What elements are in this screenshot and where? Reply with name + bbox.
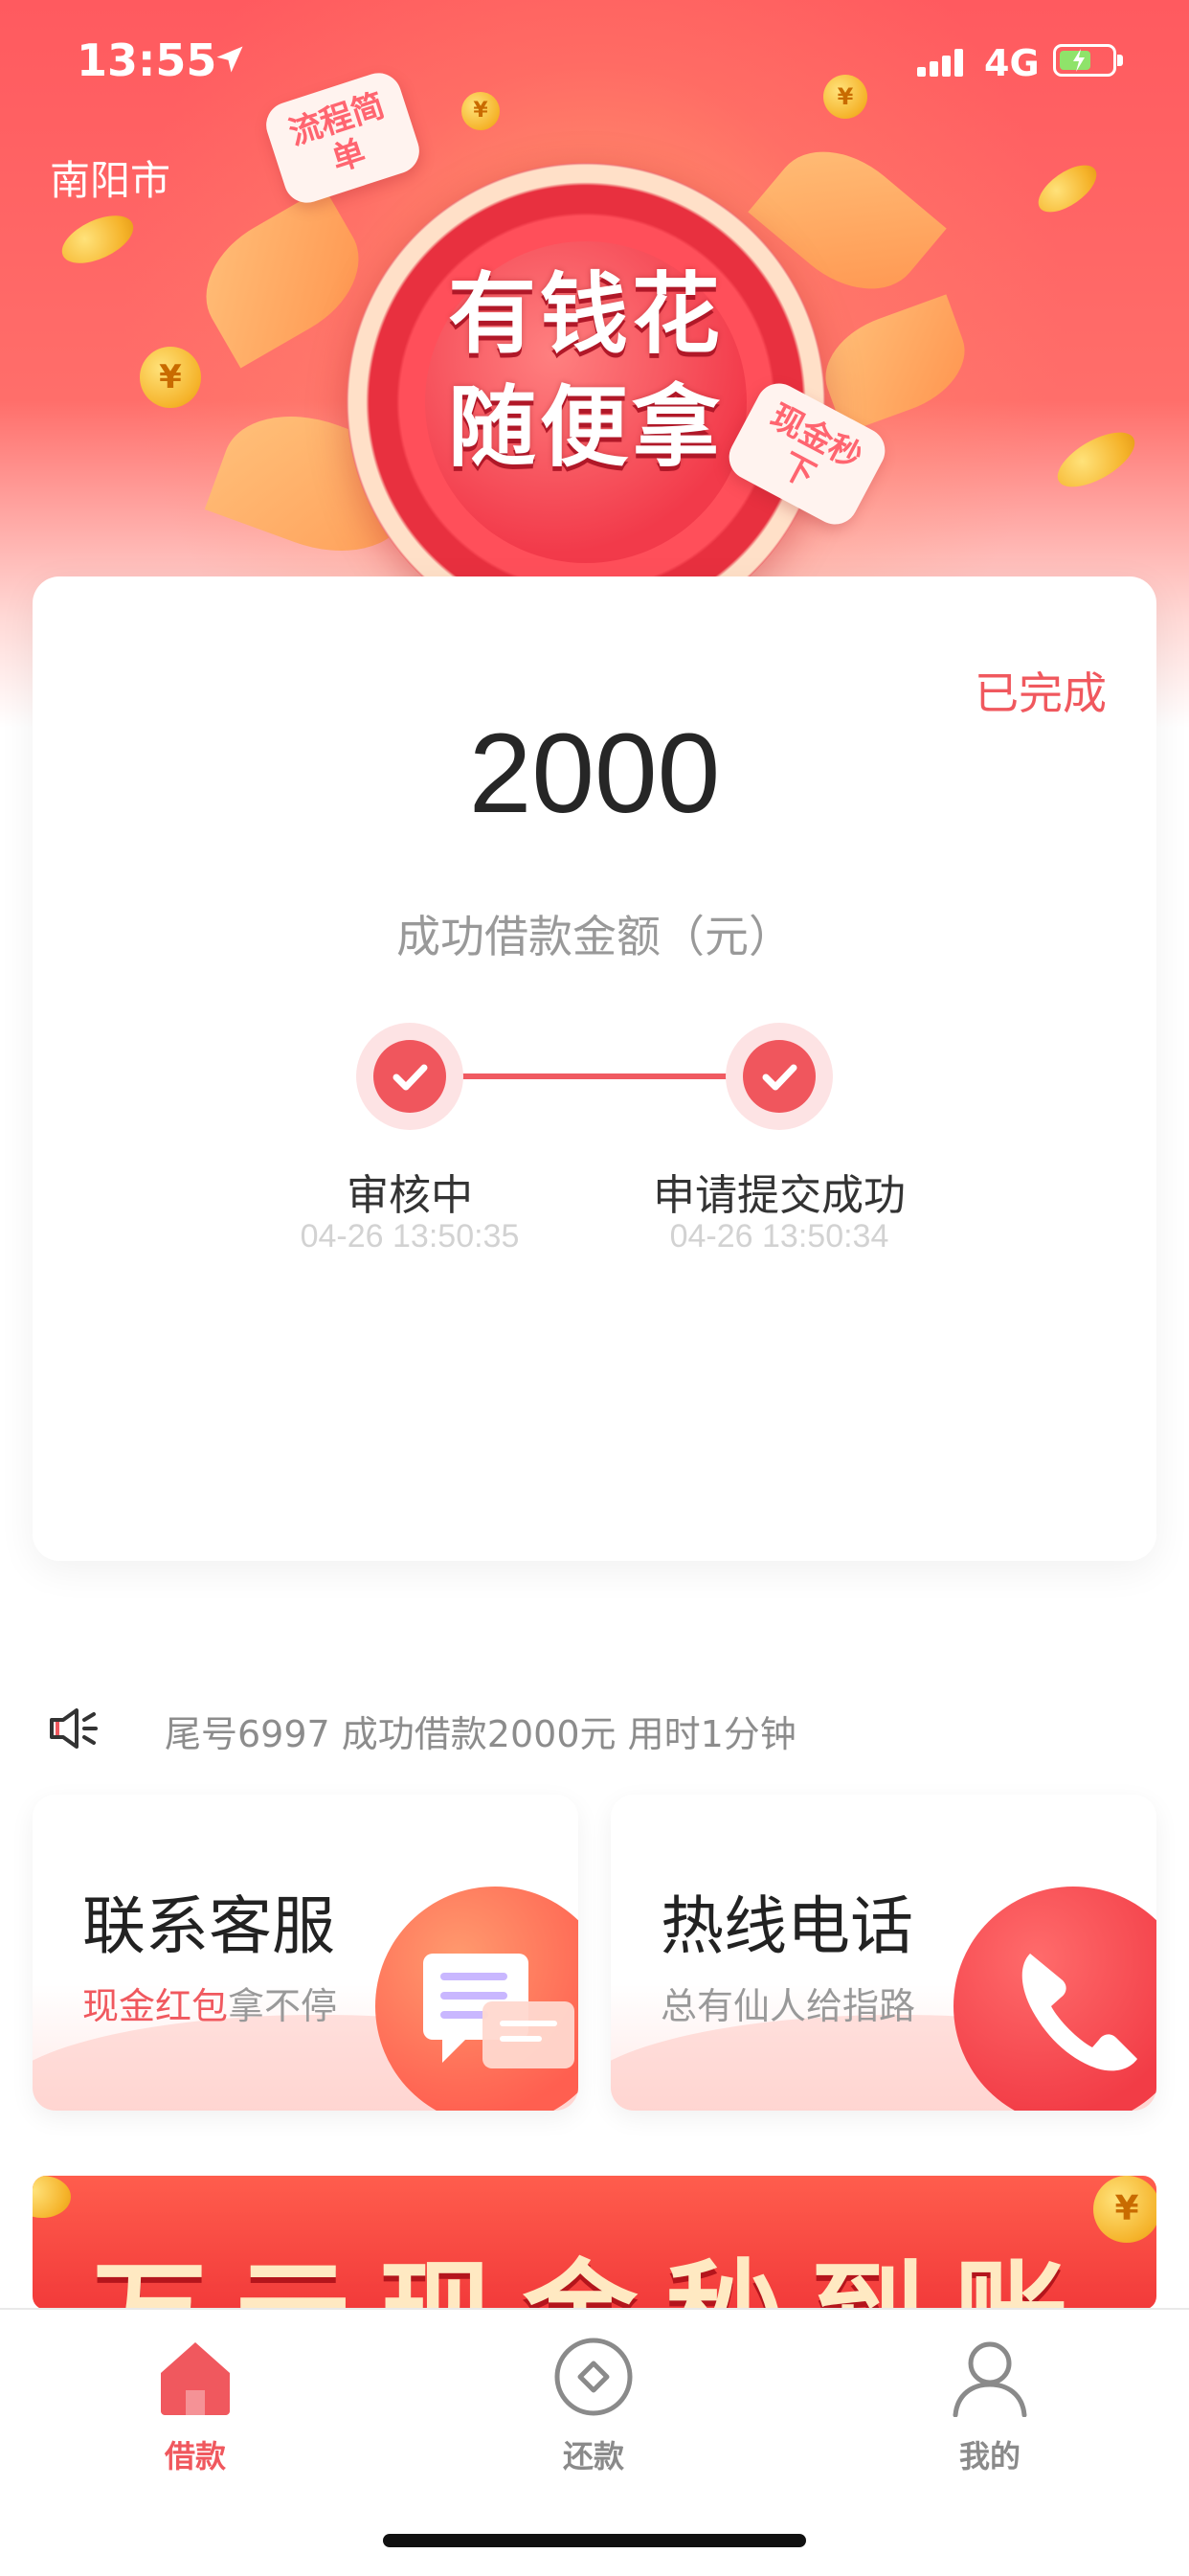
repay-icon [554, 2338, 633, 2416]
step-1-title: 审核中 [347, 1171, 473, 1220]
step-check-2 [726, 1023, 833, 1130]
hotline-subtitle: 总有仙人给指路 [661, 1985, 916, 2027]
tab-repay-label: 还款 [562, 2438, 624, 2474]
city-selector[interactable]: 南阳市 [50, 148, 170, 207]
contact-service-title: 联系客服 [82, 1889, 335, 1963]
promo-badge: 有钱花 随便拿 [347, 163, 825, 642]
step-check-1 [356, 1023, 463, 1130]
tab-borrow-label: 借款 [164, 2438, 226, 2474]
notice-bar: 尾号6997 成功借款2000元 用时1分钟 [46, 1695, 1147, 1762]
tab-repay[interactable]: 还款 [498, 2329, 689, 2474]
progress-line [410, 1073, 774, 1079]
tab-mine-label: 我的 [958, 2438, 1021, 2474]
tab-mine[interactable]: 我的 [894, 2329, 1086, 2474]
phone-icon [953, 1887, 1156, 2111]
coin-icon: ¥ [140, 347, 201, 408]
contact-service-subtitle: 现金红包拿不停 [82, 1977, 337, 2029]
network-type: 4G [984, 42, 1040, 84]
status-time: 13:55 [77, 34, 217, 86]
check-icon [762, 1064, 797, 1091]
tab-borrow[interactable]: 借款 [100, 2329, 291, 2474]
step-1-time: 04-26 13:50:35 [300, 1218, 520, 1254]
loan-amount: 2000 [468, 711, 721, 837]
speaker-icon [50, 1708, 98, 1749]
loan-status-card: 已完成 2000 成功借款金额（元） 审核中 04-26 13:50:35 申请… [33, 576, 1156, 1561]
home-icon [161, 2342, 230, 2415]
signal-icon [917, 48, 965, 77]
promo-cash-banner[interactable]: ¥ 万元现金秒到账 [33, 2176, 1156, 2310]
loan-amount-label: 成功借款金额（元） [396, 911, 793, 962]
hotline-card[interactable]: 热线电话 总有仙人给指路 [611, 1795, 1156, 2111]
notice-text: 尾号6997 成功借款2000元 用时1分钟 [165, 1713, 796, 1755]
step-2-title: 申请提交成功 [653, 1171, 906, 1220]
home-indicator[interactable] [383, 2534, 806, 2547]
hotline-title: 热线电话 [661, 1889, 913, 1963]
step-2-time: 04-26 13:50:34 [669, 1218, 889, 1254]
contact-service-card[interactable]: 联系客服 现金红包拿不停 [33, 1795, 578, 2111]
promo-line-1: 有钱花 [447, 263, 724, 366]
user-icon [953, 2341, 1027, 2417]
status-bar: 13:55 4G [0, 0, 1189, 124]
coin-icon [33, 2176, 71, 2218]
check-icon [393, 1064, 428, 1091]
promo-cash-banner-text: 万元现金秒到账 [33, 2222, 1156, 2310]
battery-icon [1053, 44, 1123, 77]
subtitle-highlight: 现金红包 [82, 1985, 229, 2027]
subtitle-rest: 拿不停 [228, 1985, 338, 2027]
location-arrow-icon [216, 46, 243, 73]
chat-icon [375, 1887, 578, 2111]
